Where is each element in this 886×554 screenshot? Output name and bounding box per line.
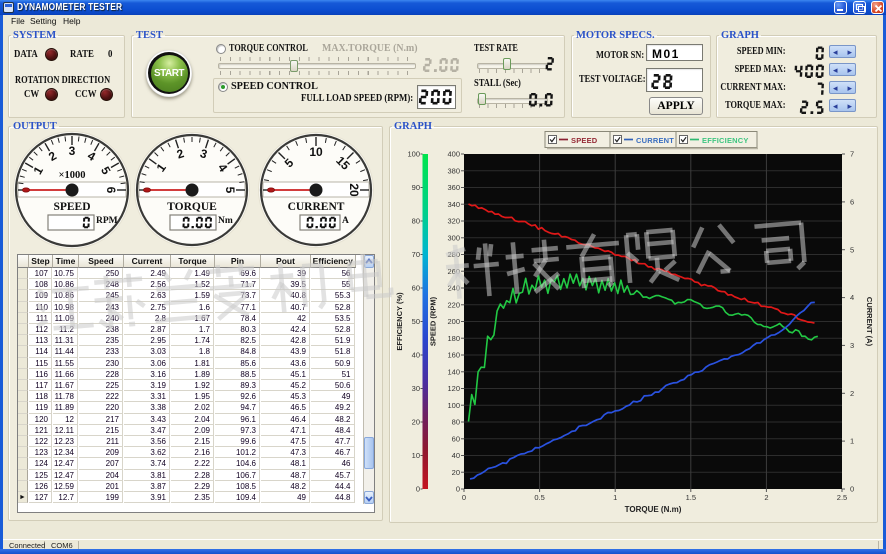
svg-text:50: 50 bbox=[412, 317, 420, 326]
svg-text:1.5: 1.5 bbox=[686, 493, 696, 502]
svg-text:10: 10 bbox=[309, 145, 323, 159]
svg-text:0: 0 bbox=[456, 485, 460, 494]
svg-text:300: 300 bbox=[447, 233, 460, 242]
svg-text:1: 1 bbox=[613, 493, 617, 502]
svg-text:TORQUE: TORQUE bbox=[167, 201, 217, 213]
svg-text:30: 30 bbox=[412, 384, 420, 393]
svg-text:180: 180 bbox=[447, 334, 460, 343]
svg-text:400: 400 bbox=[447, 150, 460, 159]
svg-text:140: 140 bbox=[447, 367, 460, 376]
svg-text:80: 80 bbox=[452, 418, 460, 427]
svg-text:100: 100 bbox=[407, 150, 420, 159]
svg-text:CURRENT: CURRENT bbox=[636, 136, 674, 145]
svg-text:10: 10 bbox=[412, 451, 420, 460]
svg-text:A: A bbox=[342, 216, 349, 226]
svg-text:SPEED: SPEED bbox=[571, 136, 598, 145]
svg-text:×1000: ×1000 bbox=[59, 170, 86, 181]
svg-text:5: 5 bbox=[223, 187, 237, 194]
svg-text:80: 80 bbox=[412, 217, 420, 226]
svg-text:90: 90 bbox=[412, 183, 420, 192]
svg-text:CURRENT (A): CURRENT (A) bbox=[865, 297, 874, 347]
svg-text:240: 240 bbox=[447, 284, 460, 293]
svg-text:70: 70 bbox=[412, 250, 420, 259]
svg-text:SPEED: SPEED bbox=[53, 201, 90, 213]
svg-text:2.5: 2.5 bbox=[837, 493, 847, 502]
svg-text:220: 220 bbox=[447, 300, 460, 309]
svg-text:200: 200 bbox=[447, 317, 460, 326]
svg-text:5: 5 bbox=[850, 245, 854, 254]
svg-text:TORQUE (N.m): TORQUE (N.m) bbox=[625, 505, 682, 514]
svg-text:320: 320 bbox=[447, 217, 460, 226]
svg-text:7: 7 bbox=[850, 150, 854, 159]
svg-text:100: 100 bbox=[447, 401, 460, 410]
svg-text:0.5: 0.5 bbox=[534, 493, 544, 502]
svg-text:RPM: RPM bbox=[96, 216, 118, 226]
svg-text:340: 340 bbox=[447, 200, 460, 209]
svg-text:1: 1 bbox=[850, 437, 854, 446]
svg-text:EFFICIENCY (%): EFFICIENCY (%) bbox=[395, 292, 404, 351]
svg-text:SPEED (RPM): SPEED (RPM) bbox=[429, 296, 438, 346]
svg-text:2: 2 bbox=[764, 493, 768, 502]
svg-text:20: 20 bbox=[347, 183, 361, 197]
svg-text:40: 40 bbox=[412, 351, 420, 360]
svg-text:0: 0 bbox=[416, 485, 420, 494]
svg-text:CURRENT: CURRENT bbox=[288, 201, 345, 213]
svg-text:20: 20 bbox=[412, 418, 420, 427]
svg-text:160: 160 bbox=[447, 351, 460, 360]
svg-text:3: 3 bbox=[850, 341, 854, 350]
svg-text:120: 120 bbox=[447, 384, 460, 393]
svg-text:360: 360 bbox=[447, 183, 460, 192]
svg-text:0: 0 bbox=[850, 485, 854, 494]
svg-text:40: 40 bbox=[452, 451, 460, 460]
svg-text:60: 60 bbox=[412, 284, 420, 293]
svg-text:20: 20 bbox=[452, 468, 460, 477]
svg-text:4: 4 bbox=[850, 293, 854, 302]
svg-text:260: 260 bbox=[447, 267, 460, 276]
svg-text:EFFICIENCY: EFFICIENCY bbox=[702, 136, 749, 145]
svg-text:0: 0 bbox=[462, 493, 466, 502]
svg-text:380: 380 bbox=[447, 166, 460, 175]
svg-text:6: 6 bbox=[104, 187, 118, 194]
svg-text:6: 6 bbox=[850, 198, 854, 207]
svg-text:3: 3 bbox=[69, 144, 76, 158]
svg-text:280: 280 bbox=[447, 250, 460, 259]
svg-text:Nm: Nm bbox=[218, 216, 233, 226]
svg-text:2: 2 bbox=[850, 389, 854, 398]
svg-text:60: 60 bbox=[452, 434, 460, 443]
